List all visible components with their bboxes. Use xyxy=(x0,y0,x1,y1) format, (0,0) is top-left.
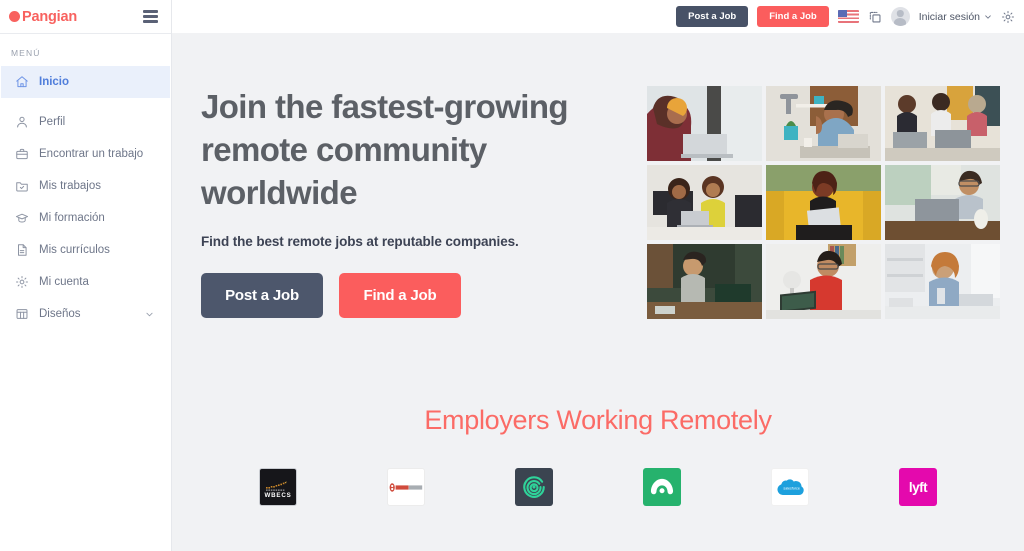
signin-label: Iniciar sesión xyxy=(918,10,980,23)
hero-subtitle: Find the best remote jobs at reputable c… xyxy=(201,234,519,249)
hamburger-menu-icon[interactable] xyxy=(143,10,158,23)
settings-gear-icon[interactable] xyxy=(1001,10,1015,24)
employer-logo-salesforce[interactable]: salesforce xyxy=(771,468,809,506)
topbar: Post a Job Find a Job Iniciar sesión xyxy=(172,0,1024,33)
sidebar-item-mi-formacion[interactable]: Mi formación xyxy=(1,202,170,234)
folder-check-icon xyxy=(15,179,29,193)
sidebar-item-mis-trabajos[interactable]: Mis trabajos xyxy=(1,170,170,202)
sidebar-item-label: Perfil xyxy=(39,116,66,128)
hero-section: Join the fastest-growing remote communit… xyxy=(172,33,1024,319)
hero-button-group: Post a Job Find a Job xyxy=(201,273,608,318)
wbecs-label: WBECS xyxy=(264,492,292,499)
avatar[interactable] xyxy=(890,7,910,26)
employer-logo-teal-mark[interactable] xyxy=(515,468,553,506)
sidebar: Pangian MENÚ Inicio Perfil Encontrar un … xyxy=(0,0,172,551)
hero-photo-grid xyxy=(647,86,1000,319)
app-root: Pangian MENÚ Inicio Perfil Encontrar un … xyxy=(0,0,1024,551)
photo-tile xyxy=(766,244,881,319)
sidebar-item-label: Encontrar un trabajo xyxy=(39,148,144,160)
photo-tile xyxy=(647,165,762,240)
page-title: Join the fastest-growing remote communit… xyxy=(201,88,569,211)
photo-tile xyxy=(647,86,762,161)
lyft-label: lyft xyxy=(908,479,928,495)
brand-name: Pangian xyxy=(22,8,77,25)
hero-text-block: Join the fastest-growing remote communit… xyxy=(188,85,608,319)
sidebar-item-label: Mis trabajos xyxy=(39,180,101,192)
user-icon xyxy=(15,115,29,129)
chevron-down-icon[interactable] xyxy=(145,310,154,319)
photo-tile xyxy=(766,86,881,161)
employer-logo-row: WBECS salesforce lyft xyxy=(172,468,1024,506)
home-icon xyxy=(15,75,29,89)
employer-logo-wbecs[interactable]: WBECS xyxy=(259,468,297,506)
photo-tile xyxy=(766,165,881,240)
sidebar-item-perfil[interactable]: Perfil xyxy=(1,106,170,138)
sidebar-item-inicio[interactable]: Inicio xyxy=(1,66,170,98)
graduation-cap-icon xyxy=(15,211,29,225)
sidebar-item-label: Mi cuenta xyxy=(39,276,89,288)
employers-heading: Employers Working Remotely xyxy=(424,405,772,435)
photo-tile xyxy=(885,244,1000,319)
hero-post-job-button[interactable]: Post a Job xyxy=(201,273,323,318)
photo-tile xyxy=(647,244,762,319)
sidebar-header: Pangian xyxy=(0,0,171,33)
duplicate-icon[interactable] xyxy=(868,10,882,24)
employer-logo-lyft[interactable]: lyft xyxy=(899,468,937,506)
document-icon xyxy=(15,243,29,257)
photo-tile xyxy=(885,86,1000,161)
sidebar-item-label: Mis currículos xyxy=(39,244,110,256)
sidebar-item-label: Inicio xyxy=(39,76,70,88)
signin-menu[interactable]: Iniciar sesión xyxy=(919,11,992,23)
topbar-find-job-button[interactable]: Find a Job xyxy=(757,5,829,28)
hero-find-job-button[interactable]: Find a Job xyxy=(339,273,461,318)
employer-logo-embertribe[interactable] xyxy=(387,468,425,506)
gear-icon xyxy=(15,275,29,289)
grid-icon xyxy=(15,307,29,321)
sidebar-item-disenos[interactable]: Diseños xyxy=(1,298,170,330)
sidebar-item-encontrar-un-trabajo[interactable]: Encontrar un trabajo xyxy=(1,138,170,170)
sidebar-item-mi-cuenta[interactable]: Mi cuenta xyxy=(1,266,170,298)
us-flag-icon[interactable] xyxy=(837,10,859,23)
page-content: Join the fastest-growing remote communit… xyxy=(172,33,1024,551)
employer-logo-hopper[interactable] xyxy=(643,468,681,506)
svg-text:salesforce: salesforce xyxy=(783,486,799,490)
briefcase-icon xyxy=(15,147,29,161)
sidebar-item-label: Diseños xyxy=(39,308,81,320)
employers-section: Employers Working Remotely WBECS salesfo… xyxy=(172,405,1024,506)
topbar-post-job-button[interactable]: Post a Job xyxy=(676,5,749,28)
sidebar-item-mis-curriculos[interactable]: Mis currículos xyxy=(1,234,170,266)
menu-section-label: MENÚ xyxy=(11,48,41,58)
sidebar-item-label: Mi formación xyxy=(39,212,105,224)
pangian-dot-icon xyxy=(9,11,20,22)
chevron-down-icon xyxy=(984,13,992,21)
photo-tile xyxy=(885,165,1000,240)
main-area: Post a Job Find a Job Iniciar sesión Joi… xyxy=(172,0,1024,551)
brand-logo[interactable]: Pangian xyxy=(9,9,77,25)
